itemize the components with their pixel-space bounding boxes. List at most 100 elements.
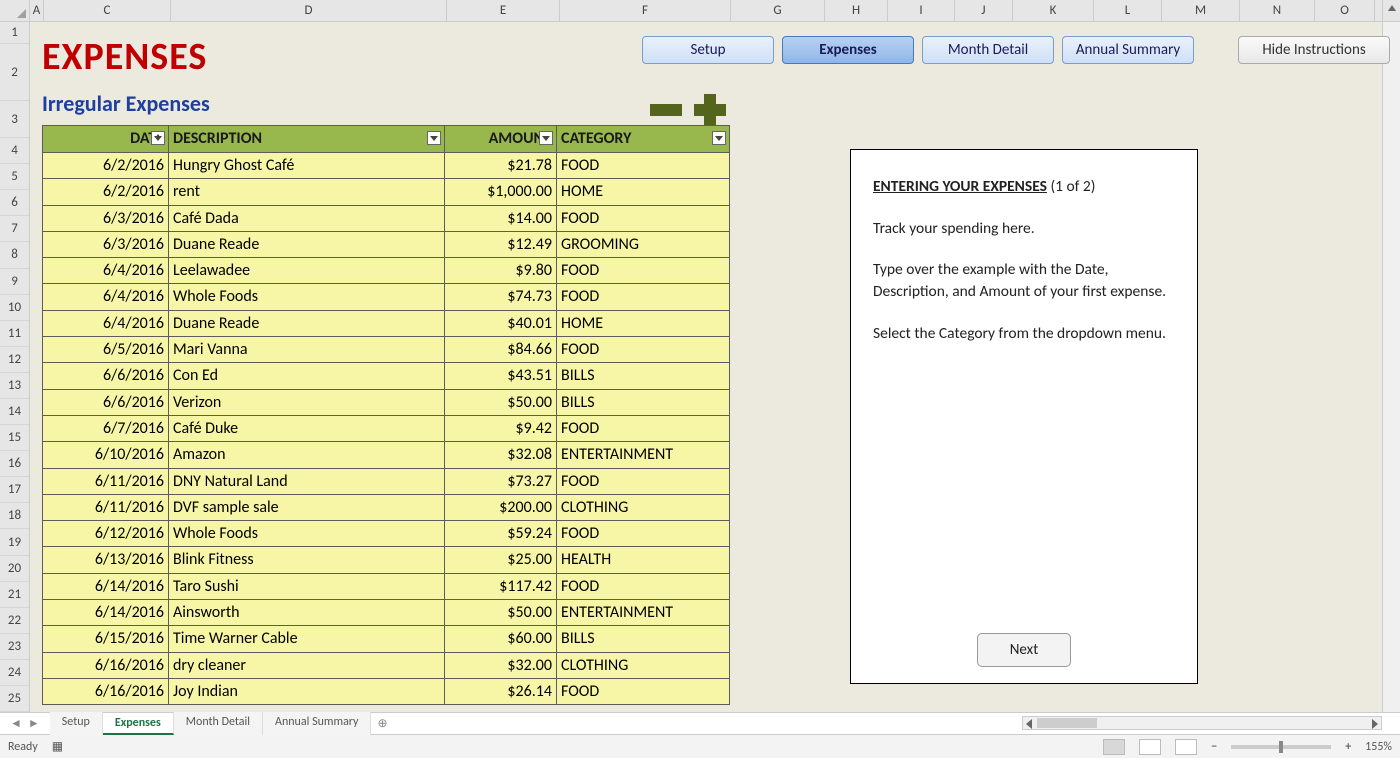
macro-record-icon[interactable]: ▦ (52, 739, 63, 754)
row-header[interactable]: 11 (0, 321, 29, 347)
filter-icon[interactable] (712, 131, 726, 145)
table-row[interactable]: 6/3/2016Duane Reade$12.49GROOMING (43, 231, 729, 257)
cell-amount[interactable]: $43.51 (445, 362, 557, 388)
cell-date[interactable]: 6/14/2016 (43, 573, 169, 599)
column-header[interactable]: J (955, 0, 1013, 21)
cell-description[interactable]: Verizon (169, 389, 445, 415)
row-header[interactable]: 25 (0, 686, 29, 712)
cell-amount[interactable]: $60.00 (445, 625, 557, 651)
sheet-tab[interactable]: Setup (50, 712, 103, 735)
column-header[interactable]: F (560, 0, 731, 21)
cell-amount[interactable]: $59.24 (445, 520, 557, 546)
table-row[interactable]: 6/11/2016DNY Natural Land$73.27FOOD (43, 468, 729, 494)
row-header[interactable]: 15 (0, 425, 29, 451)
cell-category[interactable]: GROOMING (557, 231, 729, 257)
column-header[interactable]: E (447, 0, 560, 21)
cell-amount[interactable]: $73.27 (445, 468, 557, 494)
cell-category[interactable]: CLOTHING (557, 494, 729, 520)
cell-description[interactable]: Whole Foods (169, 520, 445, 546)
cell-description[interactable]: Taro Sushi (169, 573, 445, 599)
cell-amount[interactable]: $26.14 (445, 678, 557, 704)
column-header[interactable]: O (1315, 0, 1375, 21)
cell-date[interactable]: 6/11/2016 (43, 494, 169, 520)
row-header[interactable]: 19 (0, 529, 29, 555)
cell-description[interactable]: Amazon (169, 441, 445, 467)
cell-date[interactable]: 6/7/2016 (43, 415, 169, 441)
column-header[interactable]: H (825, 0, 888, 21)
tab-nav-arrows[interactable]: ◄► (0, 716, 50, 731)
view-break-button[interactable] (1175, 739, 1197, 755)
cell-category[interactable]: FOOD (557, 205, 729, 231)
column-header[interactable]: G (731, 0, 825, 21)
col-amount-header[interactable]: AMOUNT (445, 126, 557, 152)
row-header[interactable]: 20 (0, 556, 29, 582)
cell-category[interactable]: FOOD (557, 573, 729, 599)
row-header[interactable]: 21 (0, 582, 29, 608)
table-row[interactable]: 6/12/2016Whole Foods$59.24FOOD (43, 520, 729, 546)
sheet-tab[interactable]: Month Detail (174, 712, 263, 735)
table-row[interactable]: 6/14/2016Taro Sushi$117.42FOOD (43, 573, 729, 599)
row-header[interactable]: 7 (0, 216, 29, 242)
nav-expenses-button[interactable]: Expenses (782, 36, 914, 64)
cell-amount[interactable]: $84.66 (445, 336, 557, 362)
cell-amount[interactable]: $74.73 (445, 283, 557, 309)
cell-description[interactable]: rent (169, 178, 445, 204)
column-header[interactable]: I (888, 0, 955, 21)
cell-amount[interactable]: $14.00 (445, 205, 557, 231)
cell-category[interactable]: FOOD (557, 520, 729, 546)
select-all-corner[interactable] (0, 0, 30, 21)
cell-description[interactable]: Con Ed (169, 362, 445, 388)
column-header[interactable]: A (30, 0, 44, 21)
table-row[interactable]: 6/14/2016Ainsworth$50.00ENTERTAINMENT (43, 599, 729, 625)
hide-instructions-button[interactable]: Hide Instructions (1238, 36, 1390, 64)
cell-amount[interactable]: $40.01 (445, 310, 557, 336)
cell-date[interactable]: 6/12/2016 (43, 520, 169, 546)
cell-amount[interactable]: $32.08 (445, 441, 557, 467)
cell-amount[interactable]: $117.42 (445, 573, 557, 599)
row-header[interactable]: 13 (0, 373, 29, 399)
cell-category[interactable]: HEALTH (557, 546, 729, 572)
cell-category[interactable]: BILLS (557, 362, 729, 388)
cell-category[interactable]: FOOD (557, 415, 729, 441)
cell-category[interactable]: ENTERTAINMENT (557, 599, 729, 625)
cell-description[interactable]: dry cleaner (169, 652, 445, 678)
cell-description[interactable]: Ainsworth (169, 599, 445, 625)
nav-setup-button[interactable]: Setup (642, 36, 774, 64)
table-row[interactable]: 6/6/2016Verizon$50.00BILLS (43, 389, 729, 415)
cell-date[interactable]: 6/15/2016 (43, 625, 169, 651)
table-row[interactable]: 6/4/2016Duane Reade$40.01HOME (43, 310, 729, 336)
cell-description[interactable]: Café Duke (169, 415, 445, 441)
cell-category[interactable]: HOME (557, 178, 729, 204)
table-row[interactable]: 6/10/2016Amazon$32.08ENTERTAINMENT (43, 441, 729, 467)
vertical-scrollbar[interactable] (1382, 22, 1400, 712)
zoom-in-button[interactable]: + (1345, 740, 1351, 754)
cell-amount[interactable]: $9.80 (445, 257, 557, 283)
zoom-slider[interactable] (1231, 745, 1331, 749)
table-row[interactable]: 6/13/2016Blink Fitness$25.00HEALTH (43, 546, 729, 572)
row-header[interactable]: 6 (0, 190, 29, 216)
cell-category[interactable]: BILLS (557, 625, 729, 651)
filter-icon[interactable] (427, 131, 441, 145)
cell-date[interactable]: 6/16/2016 (43, 652, 169, 678)
row-header[interactable]: 22 (0, 608, 29, 634)
scroll-up-button[interactable] (1382, 0, 1400, 21)
cell-amount[interactable]: $50.00 (445, 389, 557, 415)
cell-amount[interactable]: $12.49 (445, 231, 557, 257)
row-header[interactable]: 2 (0, 44, 29, 102)
cell-date[interactable]: 6/10/2016 (43, 441, 169, 467)
table-row[interactable]: 6/3/2016Café Dada$14.00FOOD (43, 205, 729, 231)
row-header[interactable]: 16 (0, 451, 29, 477)
table-row[interactable]: 6/15/2016Time Warner Cable$60.00BILLS (43, 625, 729, 651)
table-row[interactable]: 6/2/2016Hungry Ghost Café$21.78FOOD (43, 152, 729, 178)
cell-description[interactable]: Hungry Ghost Café (169, 152, 445, 178)
cell-date[interactable]: 6/13/2016 (43, 546, 169, 572)
cell-date[interactable]: 6/5/2016 (43, 336, 169, 362)
row-header[interactable]: 18 (0, 503, 29, 529)
horizontal-scrollbar[interactable] (1022, 716, 1382, 730)
plus-icon[interactable] (694, 94, 726, 126)
cell-category[interactable]: FOOD (557, 336, 729, 362)
row-header[interactable]: 9 (0, 269, 29, 295)
cell-date[interactable]: 6/6/2016 (43, 389, 169, 415)
row-header[interactable]: 4 (0, 138, 29, 164)
cell-description[interactable]: Duane Reade (169, 231, 445, 257)
